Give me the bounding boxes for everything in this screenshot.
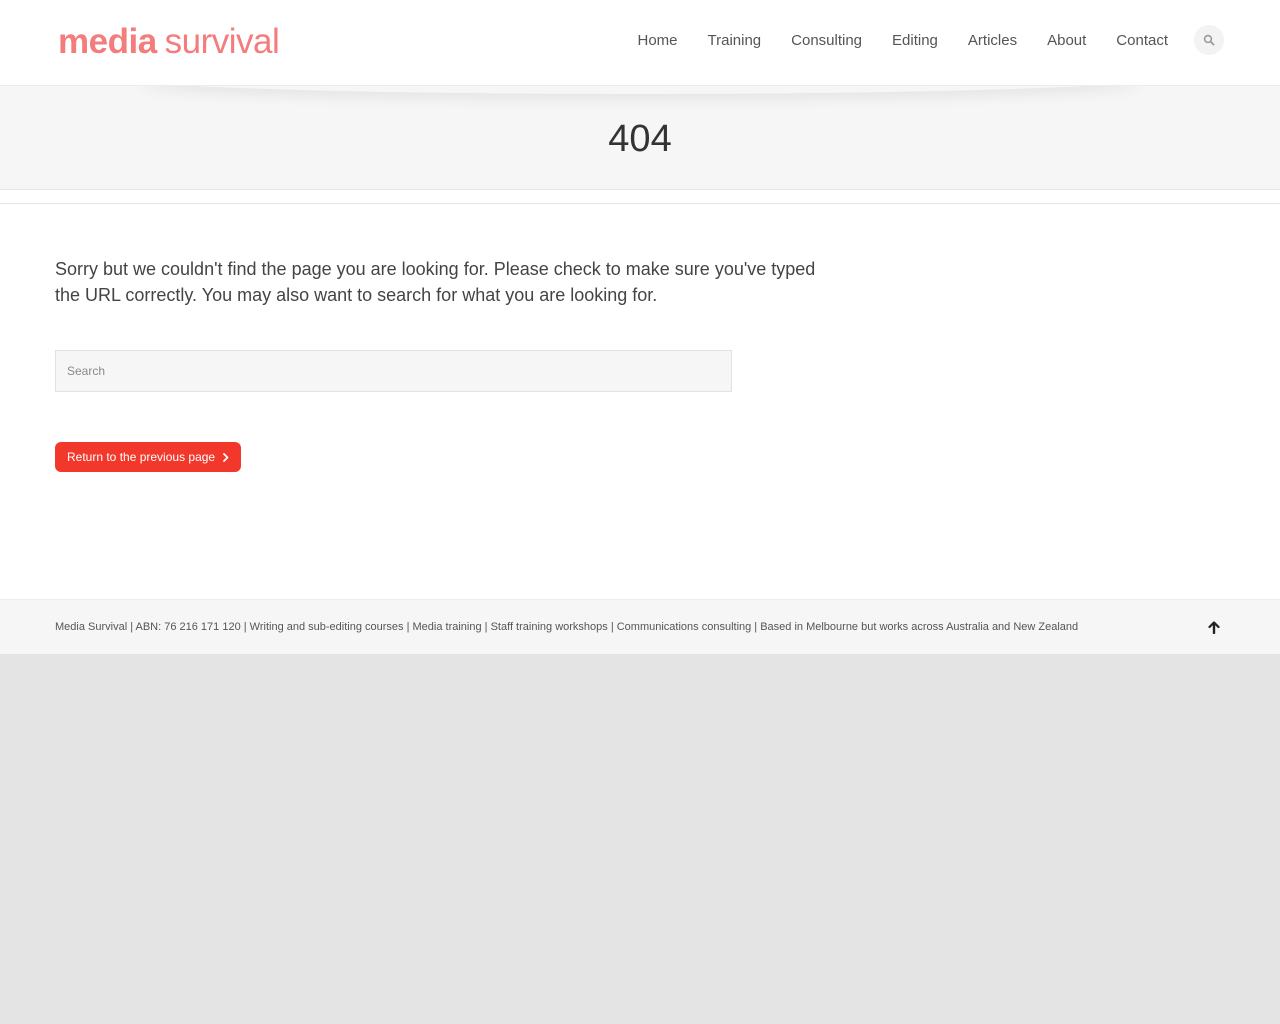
nav-item-consulting[interactable]: Consulting <box>791 32 862 49</box>
nav-item-home[interactable]: Home <box>637 32 677 49</box>
chevron-right-icon <box>223 452 229 462</box>
main-content: Sorry but we couldn't find the page you … <box>0 204 1280 599</box>
arrow-up-icon <box>1208 620 1220 634</box>
site-header: media survival Home Training Consulting E… <box>0 0 1280 86</box>
page-title: 404 <box>608 118 672 160</box>
search-input[interactable] <box>55 350 732 392</box>
page-title-band: 404 <box>0 86 1280 190</box>
not-found-message: Sorry but we couldn't find the page you … <box>55 259 816 305</box>
nav-item-editing[interactable]: Editing <box>892 32 938 49</box>
search-toggle-button[interactable] <box>1194 25 1224 55</box>
site-logo[interactable]: media survival <box>58 22 280 62</box>
logo-text-bold: media <box>58 22 157 61</box>
return-button-label: Return to the previous page <box>67 450 216 464</box>
logo-text-light: survival <box>164 22 280 61</box>
site-footer: Media Survival | ABN: 76 216 171 120 | W… <box>0 599 1280 654</box>
search-icon <box>1203 34 1215 46</box>
nav-item-articles[interactable]: Articles <box>968 32 1017 49</box>
back-to-top-button[interactable] <box>1206 619 1222 635</box>
nav-item-contact[interactable]: Contact <box>1116 32 1168 49</box>
nav-item-about[interactable]: About <box>1047 32 1086 49</box>
page: media survival Home Training Consulting E… <box>0 0 1280 654</box>
nav-item-training[interactable]: Training <box>708 32 762 49</box>
main-nav: Home Training Consulting Editing Article… <box>637 24 1224 56</box>
footer-text: Media Survival | ABN: 76 216 171 120 | W… <box>55 621 1079 633</box>
return-previous-button[interactable]: Return to the previous page <box>55 442 242 472</box>
divider <box>0 190 1280 204</box>
